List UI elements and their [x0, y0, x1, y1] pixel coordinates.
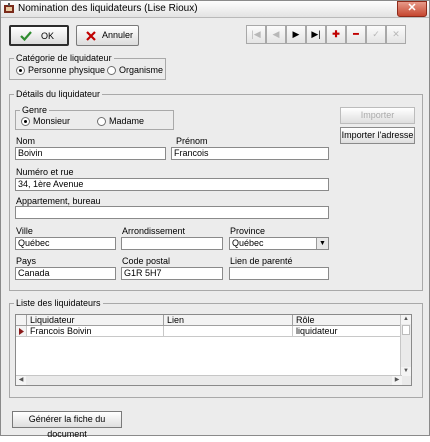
- numero-rue-field[interactable]: 34, 1ère Avenue: [15, 178, 329, 191]
- numero-rue-label: Numéro et rue: [16, 167, 74, 177]
- province-label: Province: [230, 226, 266, 236]
- details-legend: Détails du liquidateur: [14, 89, 103, 99]
- radio-madame[interactable]: [97, 117, 106, 126]
- import-address-button[interactable]: Importer l'adresse: [340, 127, 415, 144]
- organisme-label: Organisme: [119, 65, 164, 75]
- row-pointer-icon: [19, 328, 24, 335]
- column-header-lien[interactable]: Lien: [164, 315, 293, 326]
- first-record-button[interactable]: |◀: [246, 25, 266, 44]
- remove-record-button[interactable]: ━: [346, 25, 366, 44]
- close-icon: ✕: [407, 2, 417, 14]
- scroll-right-icon[interactable]: ▶: [392, 376, 402, 385]
- category-legend: Catégorie de liquidateur: [14, 53, 114, 63]
- province-select[interactable]: Québec ▼: [229, 237, 329, 250]
- radio-personne-physique[interactable]: [16, 66, 25, 75]
- confirm-record-button[interactable]: ✓: [366, 25, 386, 44]
- horizontal-scrollbar[interactable]: ◀ ▶: [16, 375, 402, 385]
- cell-lien[interactable]: [164, 326, 293, 337]
- appartement-field[interactable]: [15, 206, 329, 219]
- import-button[interactable]: Importer: [340, 107, 415, 124]
- next-record-button[interactable]: ▶: [286, 25, 306, 44]
- app-icon: [4, 3, 14, 13]
- row-selector[interactable]: [16, 326, 27, 337]
- next-record-icon: ▶: [292, 29, 300, 39]
- ville-field[interactable]: Québec: [15, 237, 116, 250]
- cancel-x-icon: [86, 31, 96, 41]
- nom-field[interactable]: Boivin: [15, 147, 166, 160]
- appartement-label: Appartement, bureau: [16, 196, 101, 206]
- province-value: Québec: [232, 238, 264, 248]
- close-window-button[interactable]: ✕: [397, 1, 427, 17]
- genre-legend: Genre: [20, 105, 50, 115]
- category-group: Catégorie de liquidateur Personne physiq…: [9, 53, 166, 80]
- scroll-down-icon[interactable]: ▼: [401, 367, 411, 376]
- add-record-button[interactable]: ✚: [326, 25, 346, 44]
- liquidateurs-table[interactable]: Liquidateur Lien Rôle Francois Boivin li…: [15, 314, 412, 386]
- cell-liquidateur[interactable]: Francois Boivin: [27, 326, 164, 337]
- cancel-button[interactable]: Annuler: [76, 25, 139, 46]
- cancel-button-label: Annuler: [102, 30, 134, 40]
- previous-record-button[interactable]: ◀: [266, 25, 286, 44]
- window-title: Nomination des liquidateurs (Lise Rioux): [18, 3, 198, 14]
- title-bar[interactable]: Nomination des liquidateurs (Lise Rioux)…: [1, 1, 429, 18]
- madame-label: Madame: [109, 116, 145, 126]
- minus-icon: ━: [353, 29, 359, 39]
- radio-monsieur[interactable]: [21, 117, 30, 126]
- scroll-thumb[interactable]: [402, 325, 410, 335]
- nom-label: Nom: [16, 136, 36, 146]
- cell-role[interactable]: liquidateur: [293, 326, 401, 337]
- previous-record-icon: ◀: [272, 29, 280, 39]
- prenom-label: Prénom: [176, 136, 208, 146]
- check-icon: ✓: [372, 29, 380, 39]
- lien-parente-label: Lien de parenté: [230, 256, 293, 266]
- plus-icon: ✚: [332, 29, 340, 39]
- pays-field[interactable]: Canada: [15, 267, 116, 280]
- personne-physique-label: Personne physique: [28, 65, 106, 75]
- first-record-icon: |◀: [251, 29, 261, 39]
- code-postal-label: Code postal: [122, 256, 171, 266]
- monsieur-label: Monsieur: [33, 116, 71, 126]
- arrondissement-label: Arrondissement: [122, 226, 186, 236]
- column-header-liquidateur[interactable]: Liquidateur: [27, 315, 164, 326]
- discard-record-button[interactable]: ✕: [386, 25, 406, 44]
- generate-document-button[interactable]: Générer la fiche du document: [12, 411, 122, 439]
- x-icon: ✕: [392, 29, 400, 39]
- lien-parente-field[interactable]: [229, 267, 329, 280]
- scroll-up-icon[interactable]: ▲: [401, 315, 411, 324]
- chevron-down-icon[interactable]: ▼: [316, 238, 328, 249]
- genre-group: Genre Monsieur Madame: [15, 105, 174, 130]
- ok-button-label: OK: [41, 31, 55, 41]
- arrondissement-field[interactable]: [121, 237, 223, 250]
- row-header-corner: [16, 315, 27, 326]
- last-record-button[interactable]: ▶|: [306, 25, 326, 44]
- scroll-left-icon[interactable]: ◀: [16, 376, 26, 385]
- last-record-icon: ▶|: [311, 29, 321, 39]
- code-postal-field[interactable]: G1R 5H7: [121, 267, 223, 280]
- column-header-role[interactable]: Rôle: [293, 315, 401, 326]
- radio-organisme[interactable]: [107, 66, 116, 75]
- checkmark-icon: [20, 31, 32, 41]
- ok-button[interactable]: OK: [9, 25, 69, 46]
- ville-label: Ville: [16, 226, 33, 236]
- pays-label: Pays: [16, 256, 37, 266]
- list-legend: Liste des liquidateurs: [14, 298, 103, 308]
- prenom-field[interactable]: Francois: [171, 147, 329, 160]
- dialog-window: Nomination des liquidateurs (Lise Rioux)…: [0, 0, 430, 439]
